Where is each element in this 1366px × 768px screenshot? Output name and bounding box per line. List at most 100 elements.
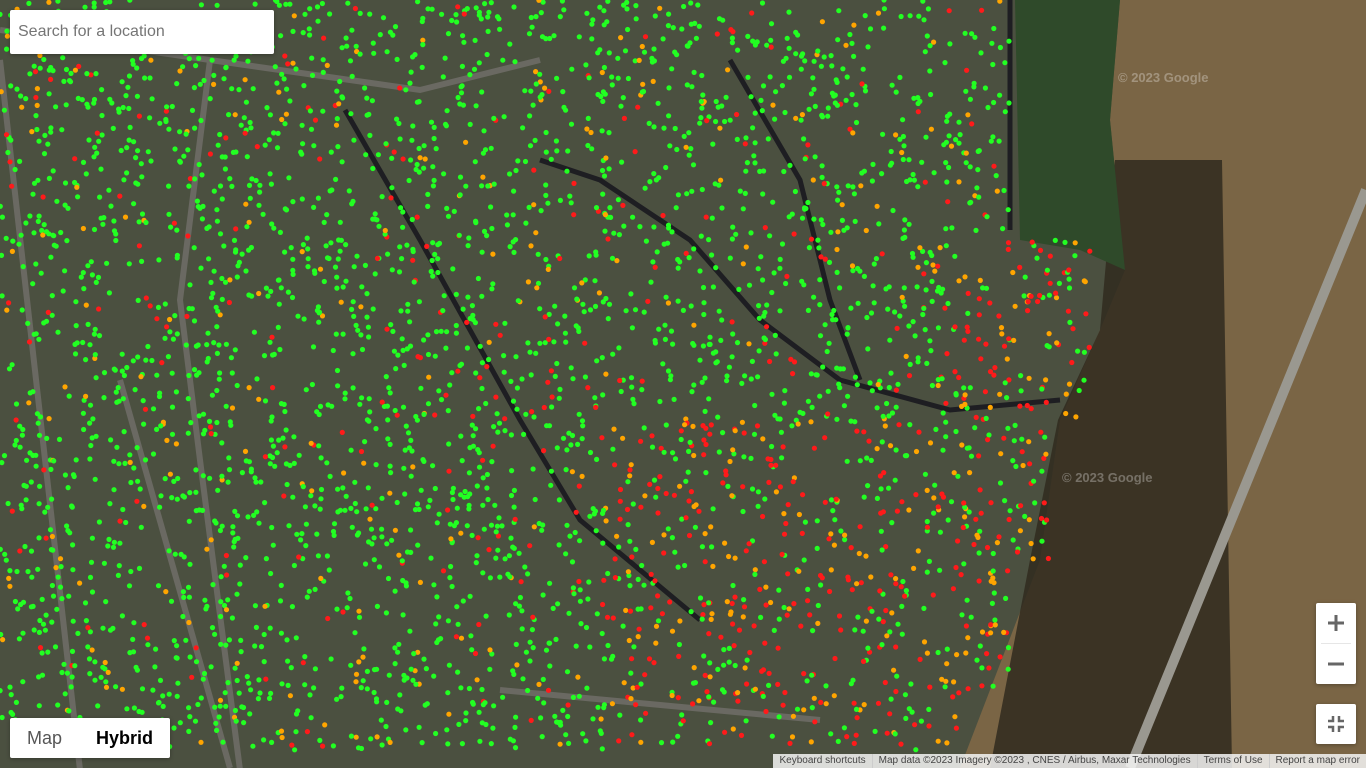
map-type-hybrid-button[interactable]: Hybrid — [79, 718, 170, 758]
map-marker — [845, 325, 851, 331]
map-marker — [843, 42, 849, 48]
map-marker — [956, 119, 962, 125]
map-marker — [474, 677, 480, 683]
map-marker — [1017, 528, 1024, 534]
map-marker — [495, 429, 501, 435]
map-marker — [844, 734, 850, 740]
map-marker — [305, 264, 311, 270]
map-marker — [525, 340, 531, 346]
map-marker — [497, 332, 503, 338]
map-marker — [997, 391, 1003, 397]
map-marker — [88, 559, 95, 565]
map-marker — [916, 429, 922, 435]
map-marker — [759, 0, 766, 6]
map-marker — [185, 396, 191, 402]
map-marker — [971, 84, 977, 90]
map-marker — [1044, 517, 1050, 523]
map-marker — [1067, 319, 1073, 325]
map-marker — [618, 103, 624, 109]
map-marker — [131, 705, 137, 711]
map-marker — [298, 537, 304, 543]
zoom-out-button[interactable] — [1316, 644, 1356, 684]
map-marker — [201, 77, 207, 84]
map-marker — [638, 739, 644, 745]
map-type-map-button[interactable]: Map — [10, 718, 79, 758]
map-marker — [781, 400, 788, 406]
map-marker — [737, 188, 743, 194]
map-marker — [779, 241, 786, 247]
map-marker — [9, 508, 15, 514]
map-marker — [854, 428, 860, 434]
map-marker — [348, 505, 354, 511]
map-marker — [191, 318, 198, 324]
map-marker — [106, 536, 112, 543]
terms-of-use-link[interactable]: Terms of Use — [1196, 754, 1269, 768]
map-marker — [364, 668, 370, 675]
map-marker — [34, 102, 40, 108]
report-map-error-link[interactable]: Report a map error — [1268, 754, 1366, 768]
map-marker — [277, 229, 283, 235]
keyboard-shortcuts-link[interactable]: Keyboard shortcuts — [773, 754, 871, 768]
map-marker — [999, 331, 1005, 337]
map-marker — [463, 139, 469, 145]
map-marker — [469, 532, 475, 539]
map-marker — [1006, 38, 1012, 44]
map-marker — [484, 364, 490, 370]
map-marker — [773, 89, 779, 95]
map-marker — [866, 438, 872, 444]
map-marker — [935, 649, 941, 656]
map-marker — [616, 232, 623, 238]
map-marker — [243, 99, 249, 105]
map-marker — [236, 87, 242, 93]
map-marker — [844, 74, 850, 80]
map-marker — [461, 39, 467, 45]
map-marker — [898, 584, 904, 590]
map-marker — [31, 230, 37, 236]
map-marker — [33, 94, 39, 101]
map-marker — [641, 582, 647, 588]
map-marker — [149, 357, 155, 364]
satellite-map[interactable]: © 2023 Google © 2023 Google — [0, 0, 1366, 768]
map-marker — [886, 485, 892, 491]
map-marker — [303, 543, 309, 549]
map-attribution: Map data ©2023 Imagery ©2023 , CNES / Ai… — [871, 754, 1197, 768]
map-marker — [550, 605, 556, 612]
map-marker — [838, 627, 844, 633]
map-marker — [229, 615, 235, 621]
map-marker — [775, 681, 781, 688]
map-marker — [581, 309, 587, 315]
map-marker — [306, 26, 312, 32]
map-marker — [1039, 538, 1045, 544]
map-marker — [362, 561, 369, 567]
map-marker — [578, 621, 584, 627]
map-marker — [930, 262, 936, 268]
zoom-in-button[interactable] — [1316, 603, 1356, 643]
map-marker — [736, 627, 743, 633]
map-marker — [473, 220, 479, 226]
map-marker — [820, 364, 826, 370]
map-marker — [959, 612, 965, 618]
map-marker — [690, 423, 696, 429]
map-marker — [48, 547, 55, 553]
map-marker — [545, 687, 552, 693]
map-marker — [931, 495, 937, 501]
map-marker — [226, 637, 232, 643]
fullscreen-toggle-button[interactable] — [1316, 704, 1356, 744]
map-marker — [322, 722, 328, 728]
map-marker — [385, 436, 391, 442]
map-marker — [476, 709, 482, 715]
map-marker — [275, 277, 281, 283]
map-marker — [783, 520, 789, 527]
vegetation-strip — [1015, 0, 1125, 270]
map-marker — [136, 219, 142, 225]
location-search-input[interactable] — [10, 10, 274, 54]
map-marker — [799, 215, 806, 221]
map-marker — [897, 136, 903, 142]
map-marker — [944, 113, 951, 119]
map-marker — [181, 594, 187, 601]
map-marker — [542, 314, 548, 320]
map-marker — [510, 738, 516, 744]
map-marker — [514, 662, 520, 668]
map-marker — [618, 388, 624, 395]
map-marker — [171, 725, 177, 731]
